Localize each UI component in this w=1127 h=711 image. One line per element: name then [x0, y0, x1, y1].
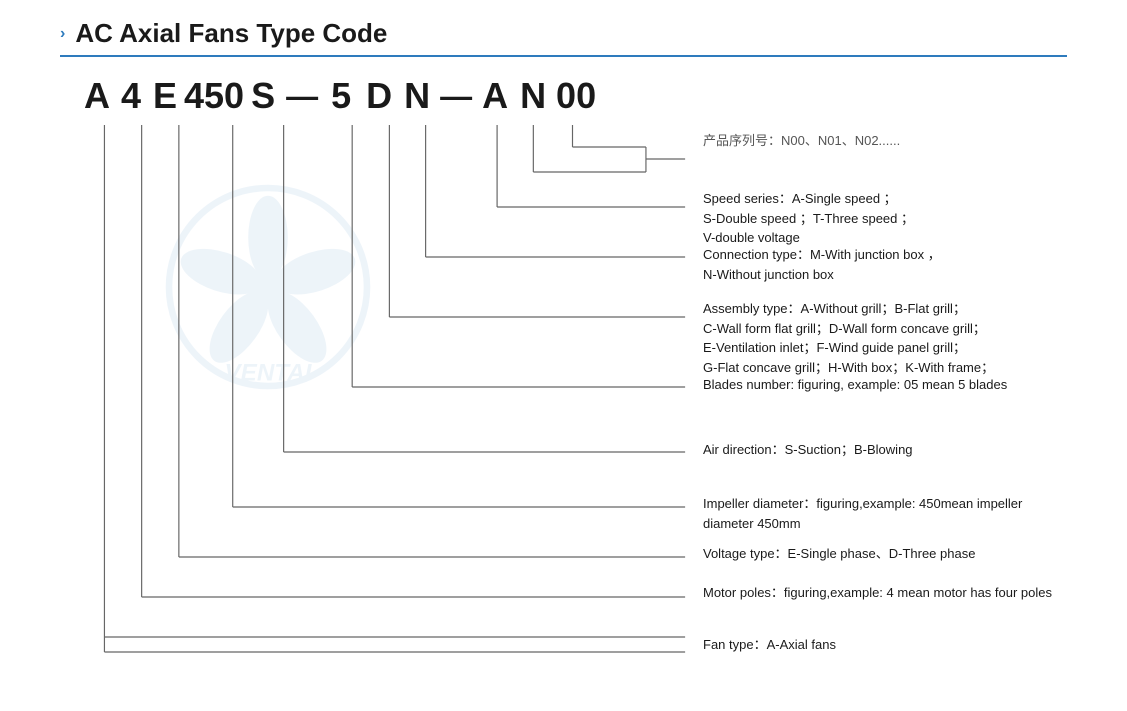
- label-motor-poles: Motor poles：figuring,example: 4 mean mot…: [703, 583, 1052, 603]
- label-speed-series: Speed series：A-Single speed ； S-Double s…: [703, 189, 914, 248]
- code-N2: N: [514, 75, 552, 117]
- label-voltage-type: Voltage type：E-Single phase、D-Three phas…: [703, 544, 975, 564]
- label-connection-type: Connection type：M-With junction box ， N-…: [703, 245, 941, 284]
- label-blades-number: Blades number: figuring, example: 05 mea…: [703, 375, 1007, 395]
- page-title: AC Axial Fans Type Code: [75, 18, 387, 49]
- code-D: D: [360, 75, 398, 117]
- code-row: A 4 E 450 S — 5 D N — A N 00: [78, 75, 1067, 117]
- code-5: 5: [322, 75, 360, 117]
- code-E: E: [146, 75, 184, 117]
- label-assembly-type: Assembly type：A-Without grill；B-Flat gri…: [703, 299, 994, 377]
- code-A2: A: [476, 75, 514, 117]
- chevron-icon: ›: [60, 25, 65, 43]
- labels-container: 产品序列号：N00、N01、N02...... Speed series：A-S…: [78, 117, 1067, 677]
- code-dash2: —: [438, 78, 474, 115]
- label-air-direction: Air direction：S-Suction；B-Blowing: [703, 440, 913, 460]
- label-impeller-diameter: Impeller diameter：figuring,example: 450m…: [703, 494, 1067, 533]
- code-N: N: [398, 75, 436, 117]
- code-dash1: —: [284, 78, 320, 115]
- code-S: S: [244, 75, 282, 117]
- code-4: 4: [116, 75, 146, 117]
- title-divider: [60, 55, 1067, 57]
- label-fan-type: Fan type：A-Axial fans: [703, 635, 836, 655]
- page-container: › AC Axial Fans Type Code A 4 E 450 S — …: [0, 0, 1127, 137]
- code-450: 450: [184, 75, 244, 117]
- label-product-series: 产品序列号：N00、N01、N02......: [703, 131, 900, 151]
- code-00: 00: [552, 75, 600, 117]
- title-row: › AC Axial Fans Type Code: [60, 18, 1067, 49]
- code-A: A: [78, 75, 116, 117]
